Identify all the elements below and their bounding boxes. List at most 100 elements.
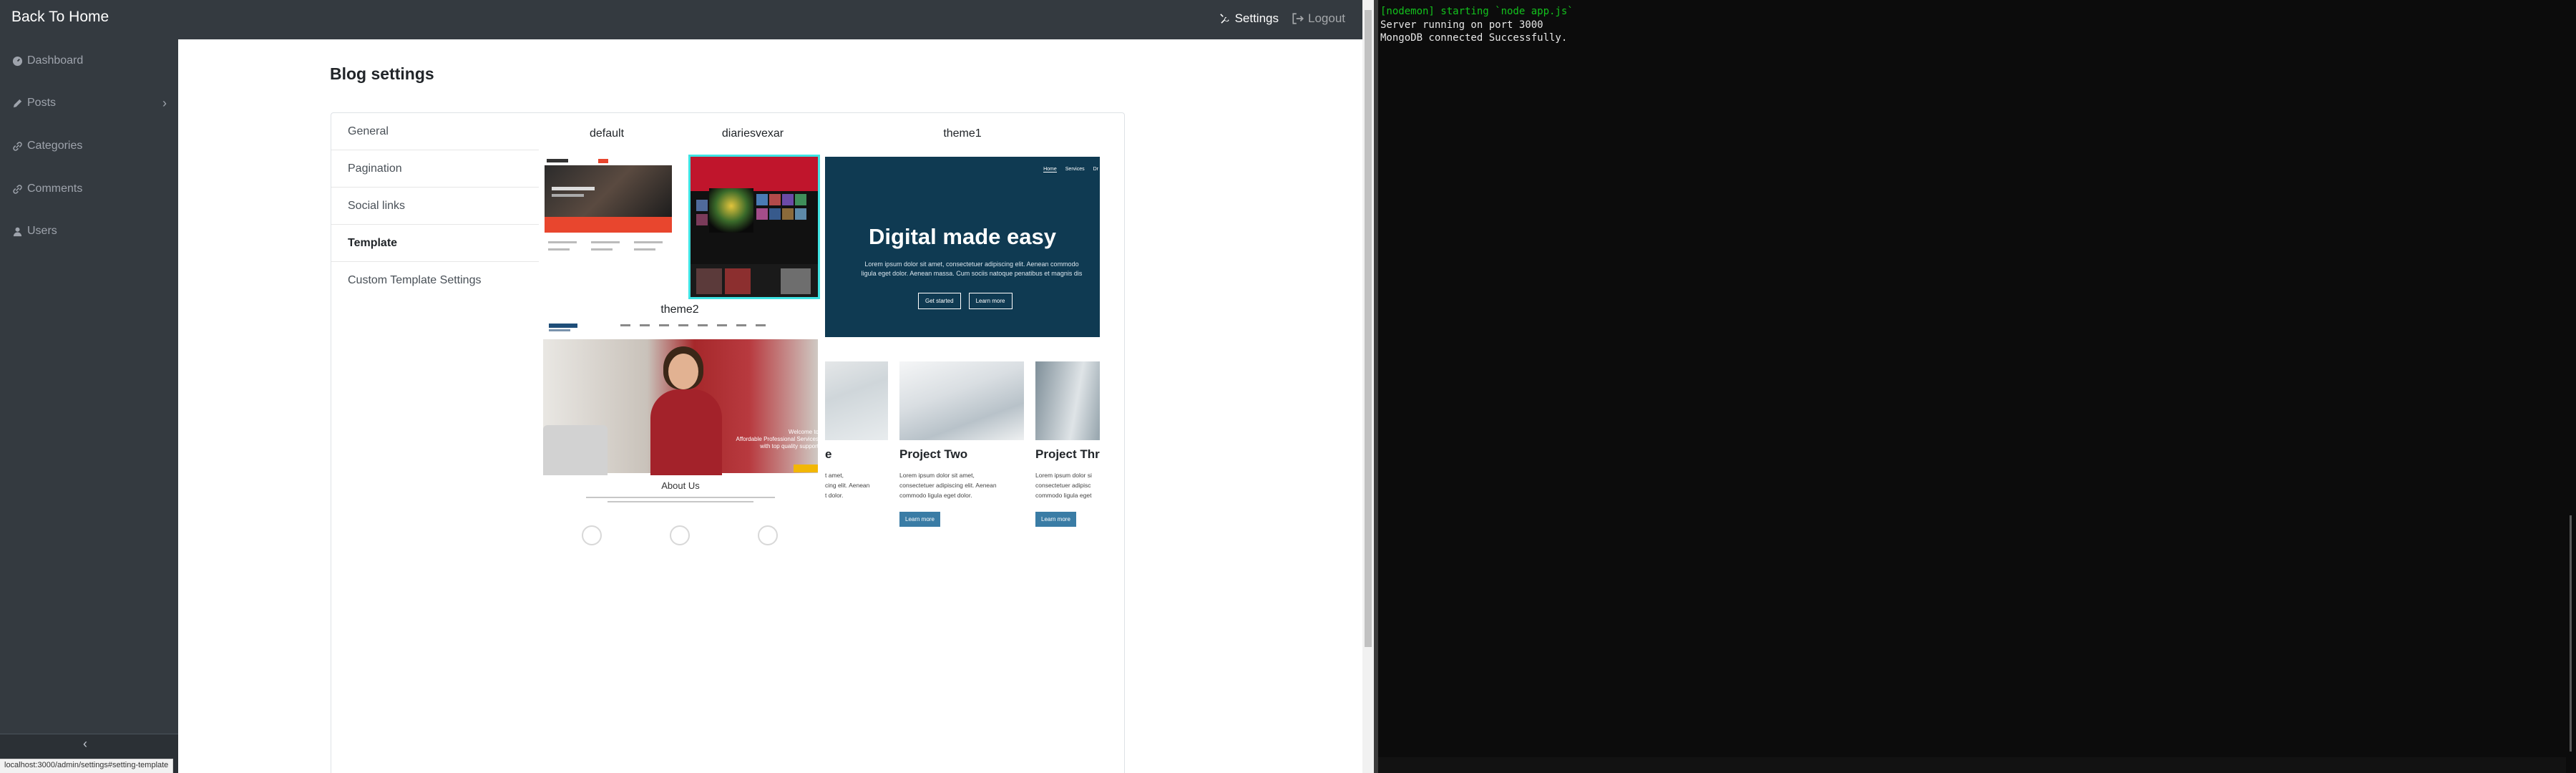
- thumb-line: [634, 241, 663, 243]
- project-title: Project Thr: [1035, 447, 1100, 461]
- logout-icon: [1292, 13, 1304, 24]
- template-thumb-diariesvexar[interactable]: [688, 155, 820, 299]
- project-text-line: Lorem ipsum dolor sit amet,: [899, 472, 975, 479]
- thumb-circle-icon: [670, 525, 690, 545]
- project-text: t amet, cing elit. Aenean t dolor.: [825, 470, 869, 500]
- terminal-scrollbar-thumb[interactable]: [2570, 515, 2572, 752]
- template-thumb-theme1[interactable]: Home Services Dr Digital made easy Lorem…: [825, 157, 1100, 337]
- template-thumb-default[interactable]: [545, 157, 672, 297]
- top-navbar: Back To Home Settings Logout: [0, 0, 1362, 39]
- terminal-pane[interactable]: [nodemon] starting `node app.js` Server …: [1378, 0, 2576, 773]
- thumb-tile: [795, 194, 806, 205]
- main-content: Blog settings General Pagination Social …: [178, 39, 1362, 773]
- sidebar-item-label: Users: [27, 225, 57, 237]
- project-learn-more-button: Learn more: [899, 512, 940, 527]
- thumb-hero-text: Welcome to Affordable Professional Servi…: [733, 429, 818, 450]
- project-image: [825, 361, 888, 440]
- template-label-theme2: theme2: [660, 303, 699, 316]
- thumb-body-line: ligula eget dolor. Aenean massa. Cum soc…: [861, 270, 1083, 277]
- template-label-default: default: [589, 127, 625, 140]
- project-text-line: commodo ligula eget dolor.: [899, 492, 972, 499]
- sidebar-item-dashboard[interactable]: Dashboard: [0, 47, 178, 75]
- terminal-line: Server running on port 3000: [1380, 19, 1543, 31]
- chevron-right-icon: ›: [162, 95, 167, 110]
- project-text-line: cing elit. Aenean: [825, 482, 870, 489]
- project-text-line: t amet,: [825, 472, 844, 479]
- tab-general[interactable]: General: [331, 113, 539, 150]
- thumb-logo-tagline: [549, 329, 570, 331]
- page-scrollbar[interactable]: [1362, 0, 1374, 773]
- terminal-line: [nodemon] starting `node app.js`: [1380, 6, 1574, 17]
- page-title: Blog settings: [330, 64, 434, 83]
- thumb-tile: [696, 200, 708, 211]
- link-icon: [13, 184, 22, 194]
- thumb-laptop: [543, 425, 608, 475]
- thumb-logo: [547, 159, 568, 162]
- template-thumb-theme2[interactable]: Welcome to Affordable Professional Servi…: [543, 318, 818, 554]
- sidebar-item-categories[interactable]: Categories: [0, 132, 178, 160]
- sidebar-item-label: Categories: [27, 140, 83, 152]
- dashboard-icon: [12, 56, 23, 66]
- thumb-tile: [769, 194, 781, 205]
- pen-icon: [13, 99, 22, 107]
- sidebar-item-users[interactable]: Users: [0, 217, 178, 245]
- thumb-tile: [781, 268, 811, 294]
- thumb-about-title: About Us: [661, 480, 700, 491]
- terminal-line: MongoDB connected Successfully.: [1380, 32, 1568, 44]
- thumb-line: [586, 497, 775, 498]
- project-text-line: consectetuer adipisc: [1035, 482, 1091, 489]
- thumb-buttons: Get started Learn more: [918, 293, 1013, 309]
- sidebar: Dashboard Posts › Categories Comments Us…: [0, 39, 178, 773]
- thumb-red-band: [545, 217, 672, 233]
- thumb-red-header: [691, 157, 818, 191]
- tab-pagination[interactable]: Pagination: [331, 150, 539, 188]
- thumb-hero-button: [794, 465, 818, 472]
- template-thumb-projects[interactable]: e t amet, cing elit. Aenean t dolor. Pro…: [825, 361, 1100, 533]
- settings-label: Settings: [1234, 11, 1279, 25]
- project-text-line: commodo ligula eget: [1035, 492, 1092, 499]
- thumb-nav-cut: Dr: [1093, 167, 1098, 172]
- sidebar-item-posts[interactable]: Posts ›: [0, 89, 178, 117]
- settings-card: General Pagination Social links Template…: [331, 112, 1125, 773]
- thumb-tile: [782, 194, 794, 205]
- thumb-line: [548, 248, 570, 251]
- thumb-hero-line: Affordable Professional Services: [736, 436, 818, 442]
- project-image: [899, 361, 1024, 440]
- sidebar-item-comments[interactable]: Comments: [0, 175, 178, 203]
- logout-link[interactable]: Logout: [1292, 11, 1345, 26]
- thumb-tile: [725, 268, 751, 294]
- sidebar-item-label: Posts: [27, 97, 57, 109]
- thumb-hero: Welcome to Affordable Professional Servi…: [543, 339, 818, 475]
- tab-social-links[interactable]: Social links: [331, 188, 539, 225]
- tab-custom-template-settings[interactable]: Custom Template Settings: [331, 262, 539, 299]
- template-label-diariesvexar: diariesvexar: [721, 127, 784, 140]
- template-label-theme1: theme1: [943, 127, 982, 140]
- thumb-circle-icon: [758, 525, 778, 545]
- thumb-feature-columns: [545, 241, 672, 291]
- thumb-get-started-button: Get started: [918, 293, 961, 309]
- thumb-body: Lorem ipsum dolor sit amet, consectetuer…: [854, 260, 1090, 278]
- page-scrollbar-thumb[interactable]: [1365, 10, 1372, 647]
- thumb-hero: [545, 165, 672, 217]
- project-text: Lorem ipsum dolor sit amet, consectetuer…: [899, 470, 997, 500]
- link-icon: [13, 141, 22, 151]
- thumb-tile: [756, 208, 768, 220]
- project-image: [1035, 361, 1100, 440]
- sidebar-item-label: Dashboard: [27, 54, 84, 67]
- project-text-line: Lorem ipsum dolor si: [1035, 472, 1092, 479]
- thumb-hero-image: [709, 188, 753, 233]
- thumb-hero-subtext: [552, 194, 584, 197]
- status-url: localhost:3000/admin/settings#setting-te…: [0, 759, 174, 773]
- settings-link[interactable]: Settings: [1219, 11, 1279, 26]
- thumb-hero-text: [552, 187, 595, 190]
- thumb-tile: [782, 208, 794, 220]
- terminal-scrollbar[interactable]: [2566, 0, 2576, 773]
- chevron-left-icon: ‹: [83, 736, 87, 751]
- thumb-tile: [769, 208, 781, 220]
- project-title: e: [825, 447, 832, 461]
- thumb-hero-line: Welcome to: [788, 429, 818, 435]
- project-learn-more-button: Learn more: [1035, 512, 1076, 527]
- tab-template[interactable]: Template: [331, 225, 539, 262]
- back-to-home-link[interactable]: Back To Home: [11, 9, 109, 26]
- settings-tab-list: General Pagination Social links Template…: [331, 113, 539, 299]
